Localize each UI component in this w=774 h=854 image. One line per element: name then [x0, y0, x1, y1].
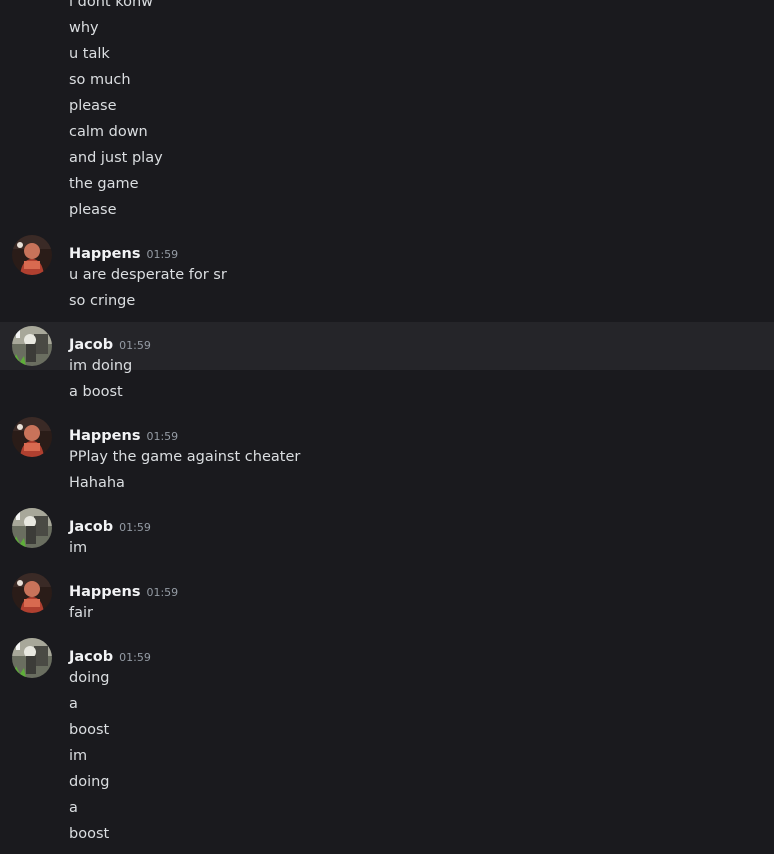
message-text: a: [69, 696, 78, 712]
message-text: doing: [69, 774, 110, 790]
author-name[interactable]: Jacob: [69, 519, 113, 535]
user-avatar[interactable]: [12, 326, 52, 366]
message-text: why: [69, 20, 99, 36]
message-text: calm down: [69, 124, 148, 140]
message-timestamp[interactable]: 01:59: [146, 248, 178, 261]
message-text: im doing: [69, 358, 133, 374]
message-timestamp[interactable]: 01:59: [119, 339, 151, 352]
message-timestamp[interactable]: 01:59: [119, 521, 151, 534]
message-header: Jacob 01:59: [69, 516, 151, 536]
message-header: Jacob 01:59: [69, 334, 151, 354]
message-header: Happens 01:59: [69, 243, 178, 263]
message-text: im: [69, 540, 88, 556]
message-text: boost: [69, 722, 110, 738]
author-name[interactable]: Happens: [69, 246, 140, 262]
message-timestamp[interactable]: 01:59: [119, 651, 151, 664]
message-header: Jacob 01:59: [69, 646, 151, 666]
message-text: i dont konw: [69, 0, 153, 10]
author-name[interactable]: Jacob: [69, 337, 113, 353]
message-text: PPlay the game against cheater: [69, 449, 301, 465]
author-name[interactable]: Happens: [69, 428, 140, 444]
message-header: Happens 01:59: [69, 581, 178, 601]
user-avatar[interactable]: [12, 573, 52, 613]
message-text: boost: [69, 826, 110, 842]
user-avatar[interactable]: [12, 417, 52, 457]
message-text: please: [69, 98, 117, 114]
user-avatar[interactable]: [12, 235, 52, 275]
message-text: so much: [69, 72, 131, 88]
message-text: and just play: [69, 150, 163, 166]
message-text: doing: [69, 670, 110, 686]
message-text: Hahaha: [69, 475, 125, 491]
message-text: u talk: [69, 46, 110, 62]
message-timestamp[interactable]: 01:59: [146, 586, 178, 599]
message-text: a: [69, 800, 78, 816]
message-text: the game: [69, 176, 139, 192]
user-avatar[interactable]: [12, 508, 52, 548]
message-text: u are desperate for sr: [69, 267, 227, 283]
message-text: so cringe: [69, 293, 136, 309]
message-text: fair: [69, 605, 93, 621]
message-text: a boost: [69, 384, 123, 400]
user-avatar[interactable]: [12, 638, 52, 678]
chat-messages: i dont konw why u talk so much please calm do…: [0, 0, 774, 854]
author-name[interactable]: Jacob: [69, 649, 113, 665]
author-name[interactable]: Happens: [69, 584, 140, 600]
message-text: please: [69, 202, 117, 218]
message-timestamp[interactable]: 01:59: [146, 430, 178, 443]
message-text: im: [69, 748, 88, 764]
message-header: Happens 01:59: [69, 425, 178, 445]
